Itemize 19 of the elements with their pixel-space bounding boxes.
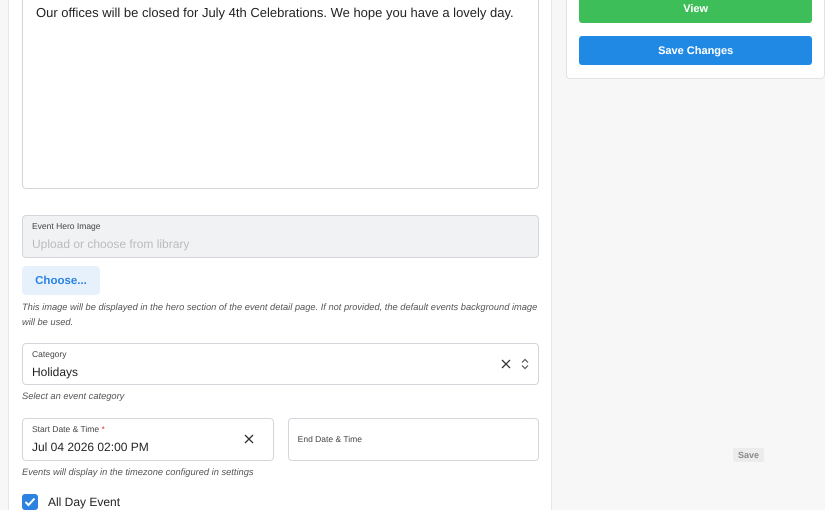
help-text: Select an event category: [22, 390, 126, 403]
checkbox[interactable]: [22, 494, 38, 510]
field-value: Jul 04 2026 02:00 PM: [32, 440, 150, 454]
field-label: End Date & Time: [298, 434, 363, 444]
description-textarea[interactable]: Our offices will be closed for July 4th Celebrations. We hope you have a lovely day.: [22, 0, 540, 190]
field-value: Holidays: [32, 364, 80, 379]
category-select[interactable]: Category Holidays: [22, 342, 540, 385]
start-date-field[interactable]: Start Date & Time * Jul 04 2026 02:00 PM: [22, 418, 274, 461]
help-text: This image will be displayed in the hero section of the event detail page. If not provided, the default events background image will be used.: [22, 300, 538, 329]
field-label: Event Hero Image: [32, 221, 102, 232]
action-button[interactable]: Save Changes: [579, 36, 812, 65]
clear-icon[interactable]: [501, 358, 512, 369]
end-date-field[interactable]: End Date & Time: [288, 418, 540, 461]
field-label: Category: [32, 348, 68, 359]
clear-icon[interactable]: [244, 434, 254, 444]
field-label: Start Date & Time *: [32, 424, 106, 434]
help-text: Events will display in the timezone configured in settings: [22, 466, 255, 479]
checkbox-label: All Day Event: [48, 494, 120, 509]
chevron-up-down-icon[interactable]: [521, 358, 530, 370]
